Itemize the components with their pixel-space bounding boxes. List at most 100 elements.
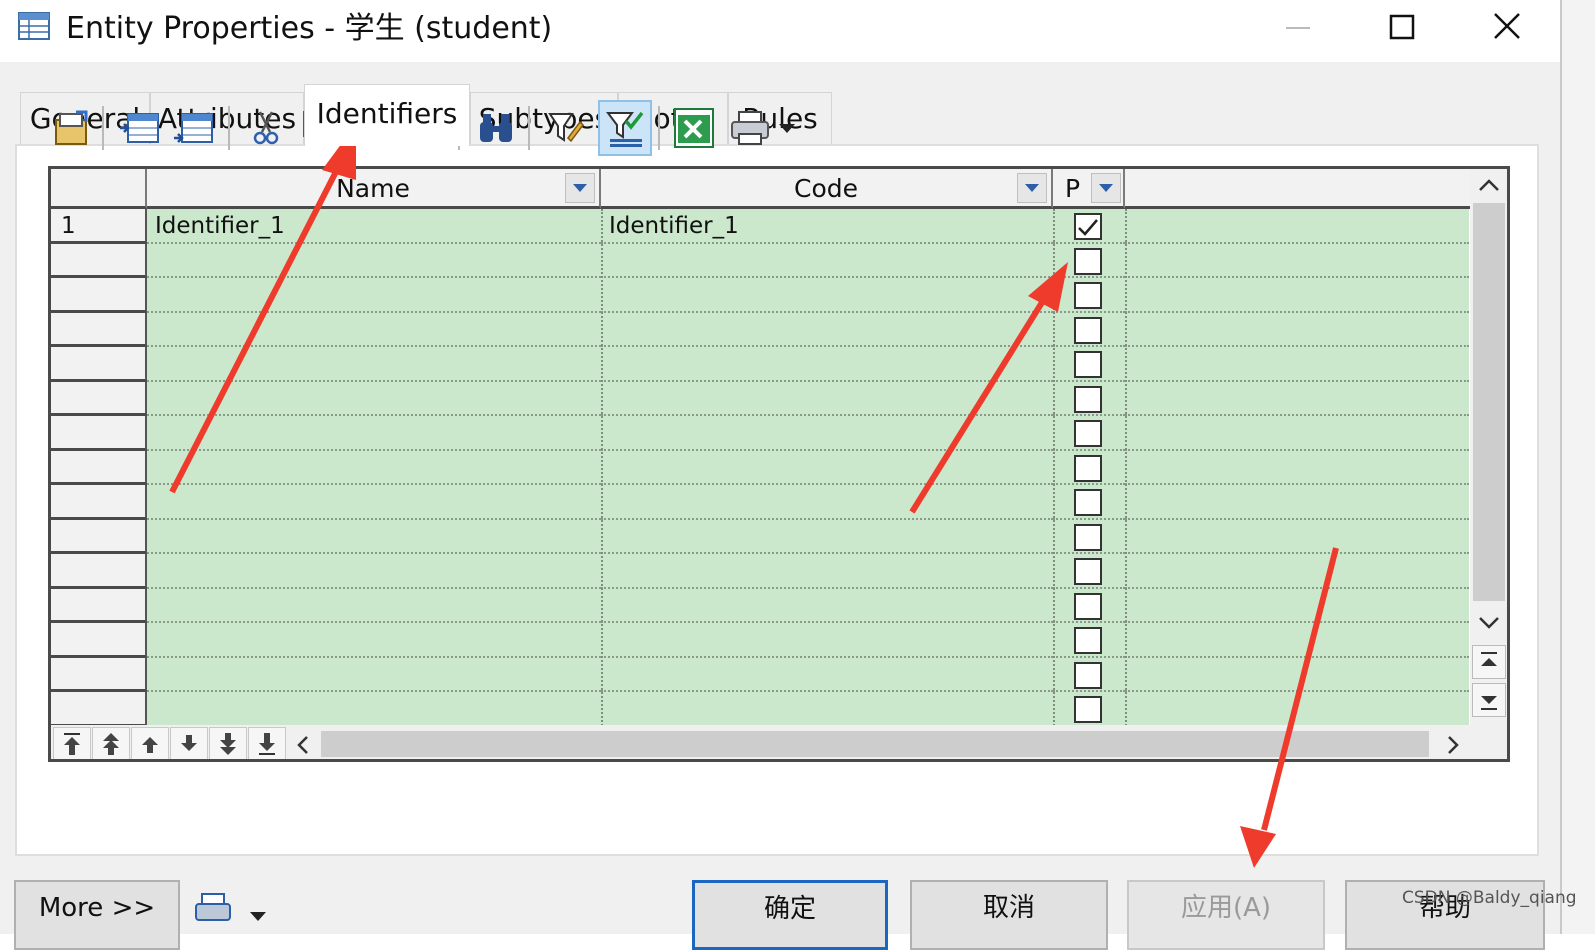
filter-button[interactable]: [542, 100, 590, 156]
horizontal-scroll-thumb[interactable]: [321, 731, 1429, 757]
code-filter-dropdown[interactable]: [1017, 173, 1047, 203]
maximize-button[interactable]: [1372, 8, 1432, 48]
cancel-button[interactable]: 取消: [910, 880, 1108, 950]
primary-identifier-checkbox[interactable]: [1074, 247, 1102, 275]
table-row[interactable]: [51, 347, 1469, 382]
primary-identifier-checkbox[interactable]: [1074, 558, 1102, 585]
name-cell[interactable]: [147, 450, 601, 485]
column-header-name[interactable]: Name: [147, 169, 601, 209]
primary-identifier-checkbox[interactable]: [1074, 385, 1102, 413]
name-cell[interactable]: [147, 416, 601, 451]
table-row[interactable]: [51, 381, 1469, 416]
row-number-cell[interactable]: [51, 312, 147, 347]
row-number-cell[interactable]: [51, 278, 147, 313]
move-down-button[interactable]: [170, 727, 208, 759]
code-cell[interactable]: [601, 416, 1053, 451]
move-page-up-button[interactable]: [92, 727, 130, 759]
primary-identifier-checkbox[interactable]: [1074, 661, 1102, 689]
filter-active-button[interactable]: [598, 100, 652, 156]
name-filter-dropdown[interactable]: [565, 173, 595, 203]
code-cell[interactable]: [601, 347, 1053, 382]
row-number-cell[interactable]: [51, 347, 147, 382]
move-up-button[interactable]: [131, 727, 169, 759]
minimize-button[interactable]: [1268, 8, 1328, 48]
table-row[interactable]: [51, 312, 1469, 347]
table-row[interactable]: 1 Identifier_1 Identifier_1: [51, 209, 1469, 244]
code-cell[interactable]: [601, 278, 1053, 313]
name-cell[interactable]: [147, 381, 601, 416]
name-cell[interactable]: [147, 657, 601, 692]
row-number-cell[interactable]: [51, 657, 147, 692]
name-cell[interactable]: [147, 485, 601, 520]
cut-button[interactable]: [242, 100, 290, 156]
print-button[interactable]: [726, 100, 774, 156]
scroll-left-icon[interactable]: [295, 735, 311, 755]
table-row[interactable]: [51, 278, 1469, 313]
name-cell[interactable]: [147, 278, 601, 313]
primary-filter-dropdown[interactable]: [1091, 173, 1121, 203]
vertical-scrollbar[interactable]: [1470, 169, 1507, 725]
code-cell[interactable]: [601, 312, 1053, 347]
primary-identifier-checkbox[interactable]: [1074, 454, 1102, 482]
primary-identifier-checkbox[interactable]: [1074, 696, 1102, 723]
table-row[interactable]: [51, 450, 1469, 485]
code-cell[interactable]: [601, 485, 1053, 520]
primary-identifier-checkbox[interactable]: [1074, 213, 1102, 240]
row-number-cell[interactable]: [51, 243, 147, 278]
table-row[interactable]: [51, 588, 1469, 623]
name-cell[interactable]: [147, 623, 601, 658]
move-to-top-button[interactable]: [53, 727, 91, 759]
move-page-down-button[interactable]: [209, 727, 247, 759]
name-cell[interactable]: [147, 243, 601, 278]
tab-identifiers[interactable]: Identifiers: [304, 84, 470, 146]
code-cell[interactable]: [601, 623, 1053, 658]
code-cell[interactable]: [601, 588, 1053, 623]
row-number-cell[interactable]: 1: [51, 209, 147, 244]
code-cell[interactable]: [601, 450, 1053, 485]
ok-button[interactable]: 确定: [692, 880, 888, 950]
row-number-cell[interactable]: [51, 519, 147, 554]
code-cell[interactable]: [601, 381, 1053, 416]
find-button[interactable]: [472, 100, 520, 156]
name-cell[interactable]: Identifier_1: [147, 209, 601, 244]
primary-identifier-checkbox[interactable]: [1074, 627, 1102, 654]
scroll-down-icon[interactable]: [1478, 615, 1500, 631]
primary-identifier-checkbox[interactable]: [1074, 351, 1102, 378]
table-row[interactable]: [51, 519, 1469, 554]
insert-row-button[interactable]: [170, 100, 218, 156]
row-number-cell[interactable]: [51, 692, 147, 727]
primary-identifier-checkbox[interactable]: [1074, 420, 1102, 447]
vertical-scroll-thumb[interactable]: [1473, 203, 1505, 601]
row-number-cell[interactable]: [51, 554, 147, 589]
column-header-primary[interactable]: P: [1053, 169, 1125, 209]
code-cell[interactable]: [601, 243, 1053, 278]
table-row[interactable]: [51, 416, 1469, 451]
table-row[interactable]: [51, 554, 1469, 589]
primary-identifier-checkbox[interactable]: [1074, 316, 1102, 344]
code-cell[interactable]: [601, 692, 1053, 727]
scroll-bottom-button[interactable]: [1472, 683, 1506, 717]
table-row[interactable]: [51, 243, 1469, 278]
column-header-code[interactable]: Code: [601, 169, 1053, 209]
name-cell[interactable]: [147, 588, 601, 623]
row-number-cell[interactable]: [51, 381, 147, 416]
name-cell[interactable]: [147, 312, 601, 347]
code-cell[interactable]: [601, 554, 1053, 589]
code-cell[interactable]: [601, 657, 1053, 692]
close-button[interactable]: [1477, 8, 1537, 48]
primary-identifier-checkbox[interactable]: [1074, 523, 1102, 551]
table-row[interactable]: [51, 623, 1469, 658]
table-row[interactable]: [51, 692, 1469, 727]
primary-identifier-checkbox[interactable]: [1074, 489, 1102, 516]
code-cell[interactable]: Identifier_1: [601, 209, 1053, 244]
properties-button[interactable]: [48, 100, 96, 156]
primary-identifier-checkbox[interactable]: [1074, 282, 1102, 309]
name-cell[interactable]: [147, 519, 601, 554]
scroll-right-icon[interactable]: [1445, 735, 1461, 755]
table-row[interactable]: [51, 657, 1469, 692]
row-number-cell[interactable]: [51, 588, 147, 623]
row-number-cell[interactable]: [51, 485, 147, 520]
row-number-cell[interactable]: [51, 450, 147, 485]
excel-export-button[interactable]: [670, 100, 718, 156]
add-row-button[interactable]: [116, 100, 164, 156]
